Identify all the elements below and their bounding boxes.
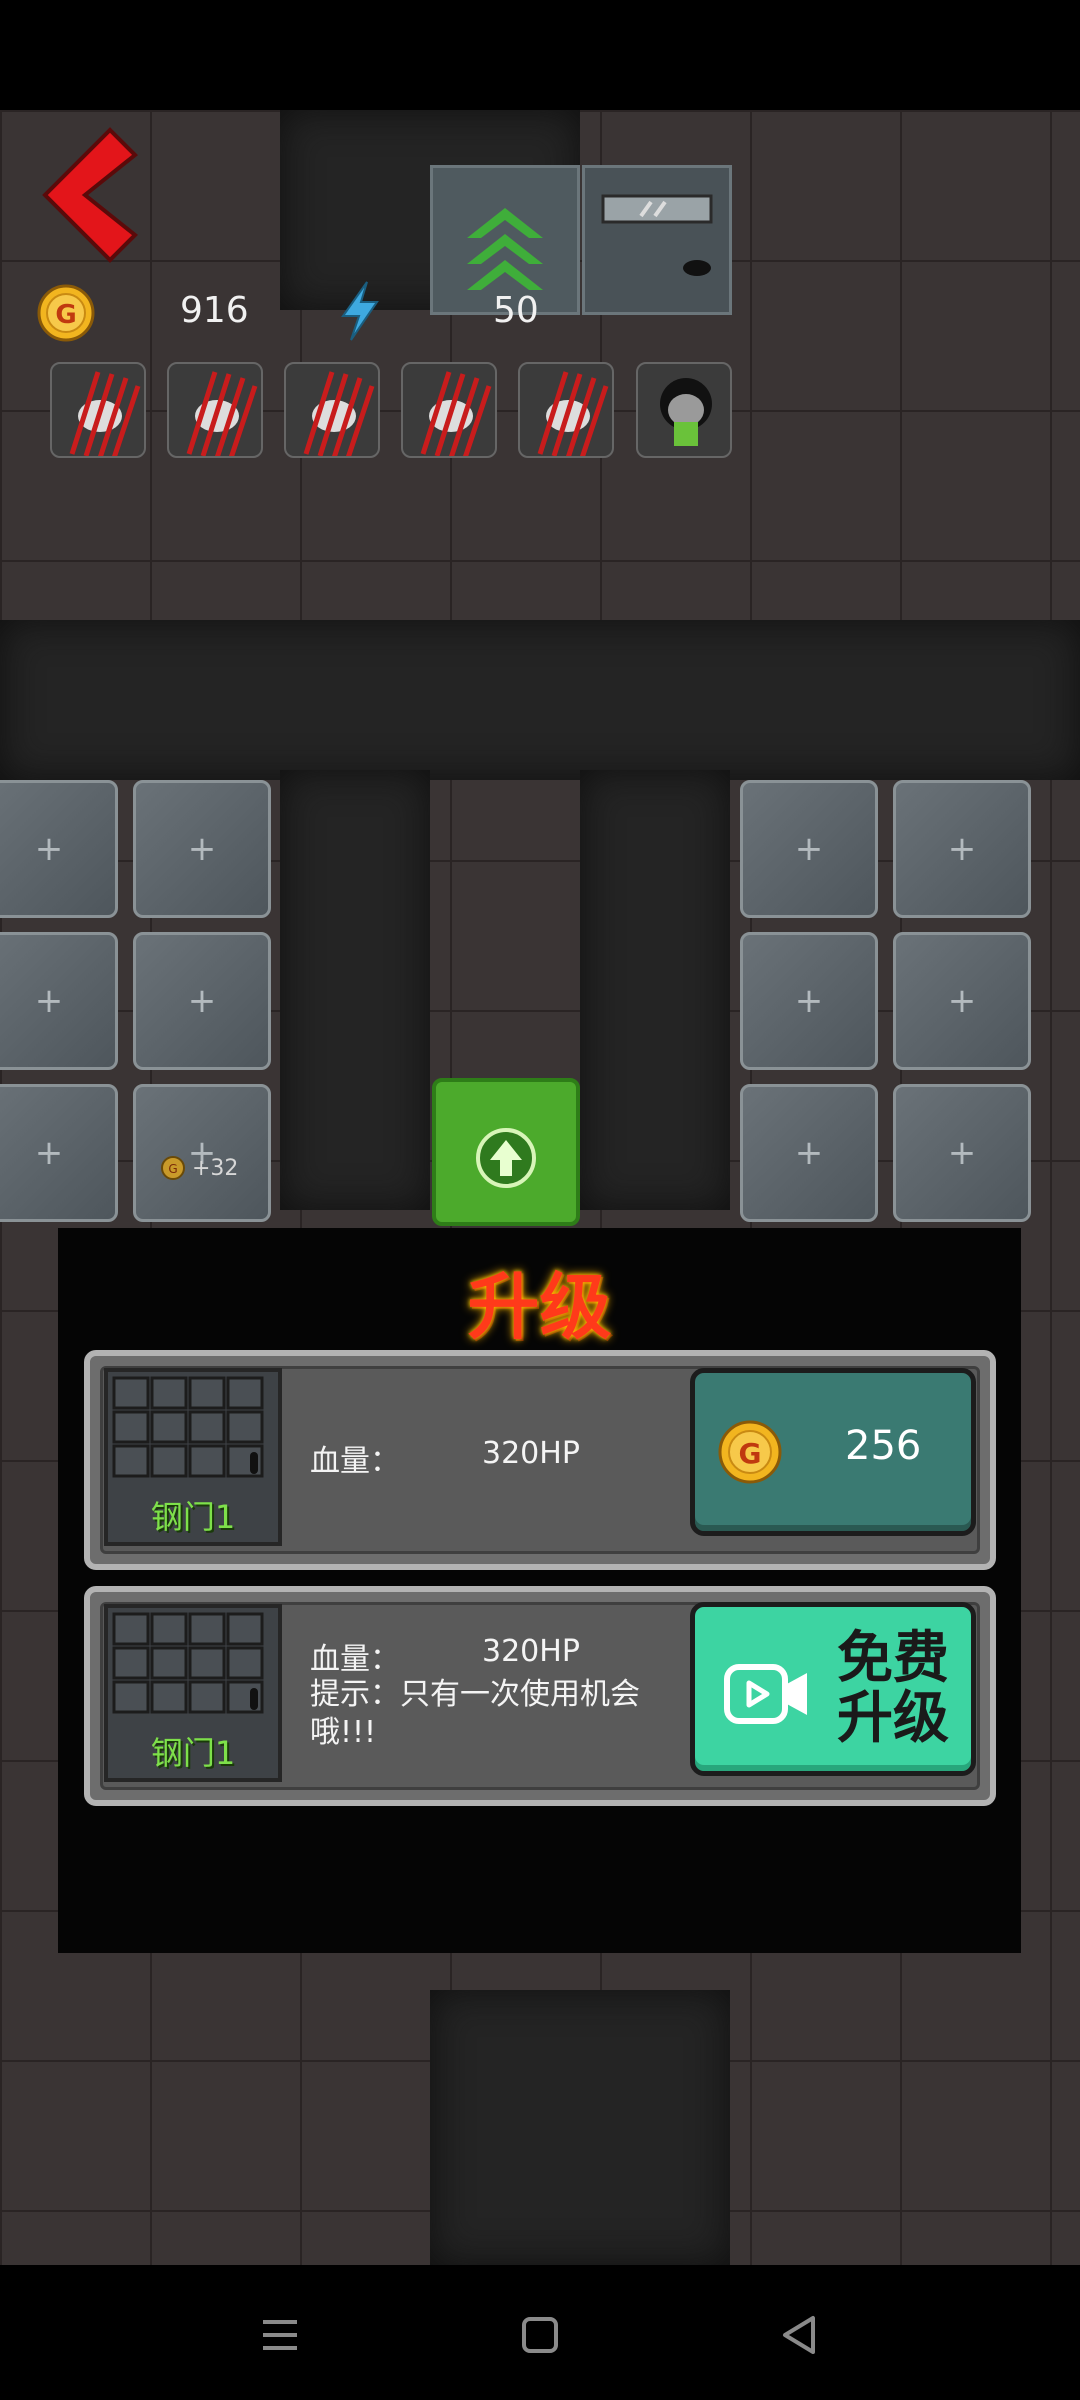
video-camera-icon	[724, 1664, 807, 1724]
back-button[interactable]	[40, 125, 140, 265]
player-avatar-card[interactable]	[636, 362, 732, 458]
plus-icon: +	[794, 829, 824, 869]
character-card[interactable]	[518, 362, 614, 458]
wall-block	[580, 770, 730, 1210]
character-card[interactable]	[401, 362, 497, 458]
steel-door-icon	[112, 1376, 264, 1478]
hp-label: 血量：	[310, 1642, 400, 1677]
build-slot[interactable]: +	[133, 1084, 271, 1222]
steel-door-thumbnail: 钢门1	[104, 1368, 282, 1546]
build-slot[interactable]: +	[740, 1084, 878, 1222]
svg-text:G: G	[739, 1437, 762, 1470]
dialog-title: 升级	[467, 1265, 612, 1349]
plus-icon: +	[34, 1133, 64, 1173]
room-door[interactable]	[582, 165, 732, 315]
build-slot[interactable]: +	[133, 932, 271, 1070]
steel-door-thumbnail: 钢门1	[104, 1604, 282, 1782]
coin-upgrade-button[interactable]: G 256	[690, 1368, 976, 1536]
plus-icon: +	[794, 981, 824, 1021]
status-bar	[0, 0, 1080, 110]
one-time-hint: 提示：只有一次使用机会哦!!!	[310, 1677, 640, 1750]
plus-icon: +	[947, 829, 977, 869]
svg-text:G: G	[168, 1162, 177, 1176]
plus-icon: +	[947, 981, 977, 1021]
build-slot[interactable]: +	[133, 780, 271, 918]
claw-scratch-icon	[303, 371, 375, 456]
back-nav-icon[interactable]	[775, 2310, 825, 2360]
coin-reward-amount: +32	[192, 1155, 239, 1181]
claw-scratch-icon	[186, 371, 258, 456]
plus-icon: +	[947, 1133, 977, 1173]
build-slot[interactable]: +	[740, 780, 878, 918]
upgrade-chest[interactable]	[432, 1078, 580, 1226]
character-card[interactable]	[50, 362, 146, 458]
free-upgrade-label: 免费 升级	[837, 1626, 949, 1751]
coin-icon: G	[718, 1420, 782, 1484]
plus-icon: +	[187, 981, 217, 1021]
coin-reward-float: G +32	[160, 1155, 238, 1181]
free-upgrade-row: 钢门1 血量： 320HP 提示：只有一次使用机会哦!!! 免费 升级	[84, 1586, 996, 1806]
wall-block	[430, 1990, 730, 2265]
menu-icon[interactable]	[255, 2310, 305, 2360]
coin-icon: G	[37, 284, 95, 342]
claw-scratch-icon	[420, 371, 492, 456]
free-upgrade-button[interactable]: 免费 升级	[690, 1602, 976, 1776]
chevron-left-icon	[42, 127, 138, 263]
svg-text:G: G	[55, 300, 76, 330]
build-slot[interactable]: +	[0, 780, 118, 918]
character-card[interactable]	[284, 362, 380, 458]
wall-block	[280, 770, 430, 1210]
steel-door-icon	[112, 1612, 264, 1714]
upgrade-price: 256	[845, 1423, 922, 1469]
lightning-icon	[341, 281, 379, 341]
coin-count: 916	[180, 290, 249, 331]
upgrade-dialog: 升级 钢门1 血量： 320HP G 256 钢门1 血量： 320HP 提示：…	[58, 1228, 1021, 1953]
build-slot[interactable]: +	[0, 1084, 118, 1222]
build-slot[interactable]: +	[893, 932, 1031, 1070]
build-slot[interactable]: +	[893, 780, 1031, 918]
wall-corridor	[0, 620, 1080, 780]
plus-icon: +	[794, 1133, 824, 1173]
coin-icon: G	[161, 1156, 185, 1180]
claw-scratch-icon	[537, 371, 609, 456]
character-card[interactable]	[167, 362, 263, 458]
build-slot[interactable]: +	[893, 1084, 1031, 1222]
energy-count: 50	[493, 290, 539, 331]
hp-label: 血量：	[310, 1444, 400, 1479]
arrow-up-circle-icon	[476, 1128, 536, 1188]
door-icon	[601, 194, 713, 276]
hp-value: 320HP	[482, 1634, 580, 1669]
plus-icon: +	[34, 981, 64, 1021]
paid-upgrade-row: 钢门1 血量： 320HP G 256	[84, 1350, 996, 1570]
door-name: 钢门1	[150, 1498, 236, 1536]
door-name: 钢门1	[150, 1734, 236, 1772]
plus-icon: +	[34, 829, 64, 869]
plus-icon: +	[187, 829, 217, 869]
build-slot[interactable]: +	[0, 932, 118, 1070]
build-slot[interactable]: +	[740, 932, 878, 1070]
ghost-avatar-icon	[660, 378, 712, 446]
hp-value: 320HP	[482, 1436, 580, 1471]
home-icon[interactable]	[515, 2310, 565, 2360]
claw-scratch-icon	[69, 371, 141, 456]
